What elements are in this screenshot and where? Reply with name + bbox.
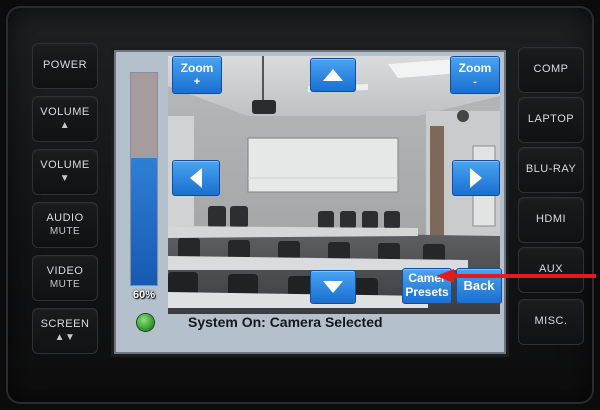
screen-button[interactable]: SCREEN ▲▼ (32, 308, 98, 354)
volume-up-label: VOLUME (40, 105, 90, 118)
annotation-arrow-icon (436, 269, 596, 283)
zoom-in-button[interactable]: Zoom + (172, 56, 222, 94)
screen-label: SCREEN (40, 317, 90, 330)
blu-ray-label: BLU-RAY (525, 163, 577, 176)
comp-button[interactable]: COMP (518, 47, 584, 93)
camera-presets-label-2: Presets (405, 285, 449, 299)
volume-level-fill (131, 157, 157, 285)
pan-right-button[interactable] (452, 160, 500, 196)
pan-up-button[interactable] (310, 58, 356, 92)
arrow-right-icon (470, 168, 482, 188)
comp-label: COMP (533, 63, 569, 76)
zoom-out-button[interactable]: Zoom - (450, 56, 500, 94)
misc-button[interactable]: MISC. (518, 299, 584, 345)
audio-mute-button[interactable]: AUDIO MUTE (32, 202, 98, 248)
misc-label: MISC. (534, 315, 568, 328)
hdmi-label: HDMI (535, 213, 567, 226)
audio-mute-label: AUDIO (46, 211, 84, 224)
volume-percent: 60% (132, 289, 156, 301)
zoom-out-minus-label: - (473, 75, 477, 88)
pan-down-button[interactable] (310, 270, 356, 304)
status-text: System On: Camera Selected (188, 314, 383, 330)
volume-level-bar (130, 72, 158, 286)
blu-ray-button[interactable]: BLU-RAY (518, 147, 584, 193)
power-button[interactable]: POWER (32, 43, 98, 89)
video-mute-label: VIDEO (46, 264, 84, 277)
volume-up-button[interactable]: VOLUME ▲ (32, 96, 98, 142)
volume-down-button[interactable]: VOLUME ▼ (32, 149, 98, 195)
audio-mute-sub-label: MUTE (49, 225, 81, 237)
zoom-in-label: Zoom (180, 60, 214, 75)
touch-screen: 60% Zoom + Zoom - Camer Presets Back Sys… (114, 50, 506, 354)
video-mute-button[interactable]: VIDEO MUTE (32, 255, 98, 301)
hdmi-button[interactable]: HDMI (518, 197, 584, 243)
video-mute-sub-label: MUTE (49, 278, 81, 290)
arrow-left-icon (190, 168, 202, 188)
arrow-up-icon (323, 69, 343, 81)
laptop-label: LAPTOP (527, 113, 575, 126)
laptop-button[interactable]: LAPTOP (518, 97, 584, 143)
volume-up-icon: ▲ (59, 119, 71, 131)
power-label: POWER (42, 59, 88, 72)
zoom-in-plus-label: + (193, 75, 201, 88)
screen-updown-icon: ▲▼ (54, 331, 76, 343)
arrow-down-icon (323, 281, 343, 293)
volume-down-label: VOLUME (40, 158, 90, 171)
status-led-icon (137, 314, 154, 331)
pan-left-button[interactable] (172, 160, 220, 196)
volume-down-icon: ▼ (59, 172, 71, 184)
zoom-out-label: Zoom (458, 60, 492, 75)
